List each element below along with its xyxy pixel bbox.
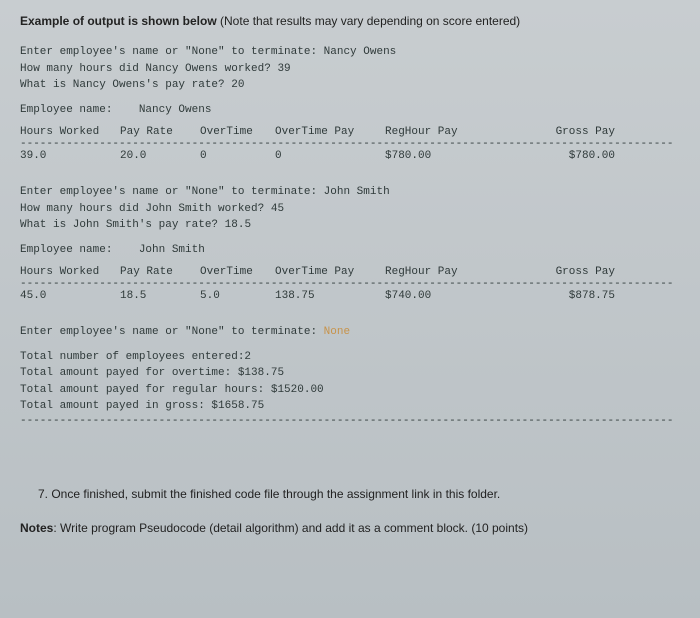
val-ot: 0 [200,150,275,162]
notes-rest: : Write program Pseudocode (detail algor… [53,521,528,535]
val-gross: $780.00 [525,150,625,162]
val-gross-2: $878.75 [525,290,625,302]
notes-line: Notes: Write program Pseudocode (detail … [20,521,680,535]
hdr-ot: OverTime [200,126,275,138]
hdr-otpay: OverTime Pay [275,126,385,138]
val-otpay: 0 [275,150,385,162]
emp1-prompt-name: Enter employee's name or "None" to termi… [20,44,680,61]
emp2-value-row: 45.0 18.5 5.0 138.75 $740.00 $878.75 [20,290,680,302]
hdr-otpay-2: OverTime Pay [275,266,385,278]
final-prompt: Enter employee's name or "None" to termi… [20,324,680,341]
emp1-prompt-rate: What is Nancy Owens's pay rate? 20 [20,77,680,94]
total-emp: Total number of employees entered:2 [20,349,680,366]
hdr-gross-2: Gross Pay [525,266,625,278]
total-ot: Total amount payed for overtime: $138.75 [20,365,680,382]
heading-bold: Example of output is shown below [20,14,217,28]
hdr-gross: Gross Pay [525,126,625,138]
emp2-prompt-name: Enter employee's name or "None" to termi… [20,184,680,201]
step-7-note: 7. Once finished, submit the finished co… [38,487,680,501]
val-regpay: $780.00 [385,150,525,162]
val-rate: 20.0 [120,150,200,162]
hdr-rate-2: Pay Rate [120,266,200,278]
dash-line-1: ----------------------------------------… [20,138,680,150]
val-regpay-2: $740.00 [385,290,525,302]
hdr-ot-2: OverTime [200,266,275,278]
emp1-name-line: Employee name: Nancy Owens [20,102,680,119]
val-ot-2: 5.0 [200,290,275,302]
example-heading: Example of output is shown below (Note t… [20,14,680,28]
emp2-prompt-hours: How many hours did John Smith worked? 45 [20,201,680,218]
emp2-name-line: Employee name: John Smith [20,242,680,259]
total-gross: Total amount payed in gross: $1658.75 [20,398,680,415]
heading-rest: (Note that results may vary depending on… [217,14,521,28]
val-otpay-2: 138.75 [275,290,385,302]
val-hours: 39.0 [20,150,120,162]
hdr-hours-2: Hours Worked [20,266,120,278]
hdr-hours: Hours Worked [20,126,120,138]
dash-line-2: ----------------------------------------… [20,278,680,290]
dash-line-3: ----------------------------------------… [20,415,680,427]
hdr-rate: Pay Rate [120,126,200,138]
emp1-prompt-hours: How many hours did Nancy Owens worked? 3… [20,61,680,78]
emp2-prompt-rate: What is John Smith's pay rate? 18.5 [20,217,680,234]
emp2-header-row: Hours Worked Pay Rate OverTime OverTime … [20,266,680,278]
hdr-regpay-2: RegHour Pay [385,266,525,278]
val-rate-2: 18.5 [120,290,200,302]
notes-bold: Notes [20,521,53,535]
none-input: None [324,326,350,338]
total-reg: Total amount payed for regular hours: $1… [20,382,680,399]
emp1-header-row: Hours Worked Pay Rate OverTime OverTime … [20,126,680,138]
hdr-regpay: RegHour Pay [385,126,525,138]
emp1-value-row: 39.0 20.0 0 0 $780.00 $780.00 [20,150,680,162]
val-hours-2: 45.0 [20,290,120,302]
